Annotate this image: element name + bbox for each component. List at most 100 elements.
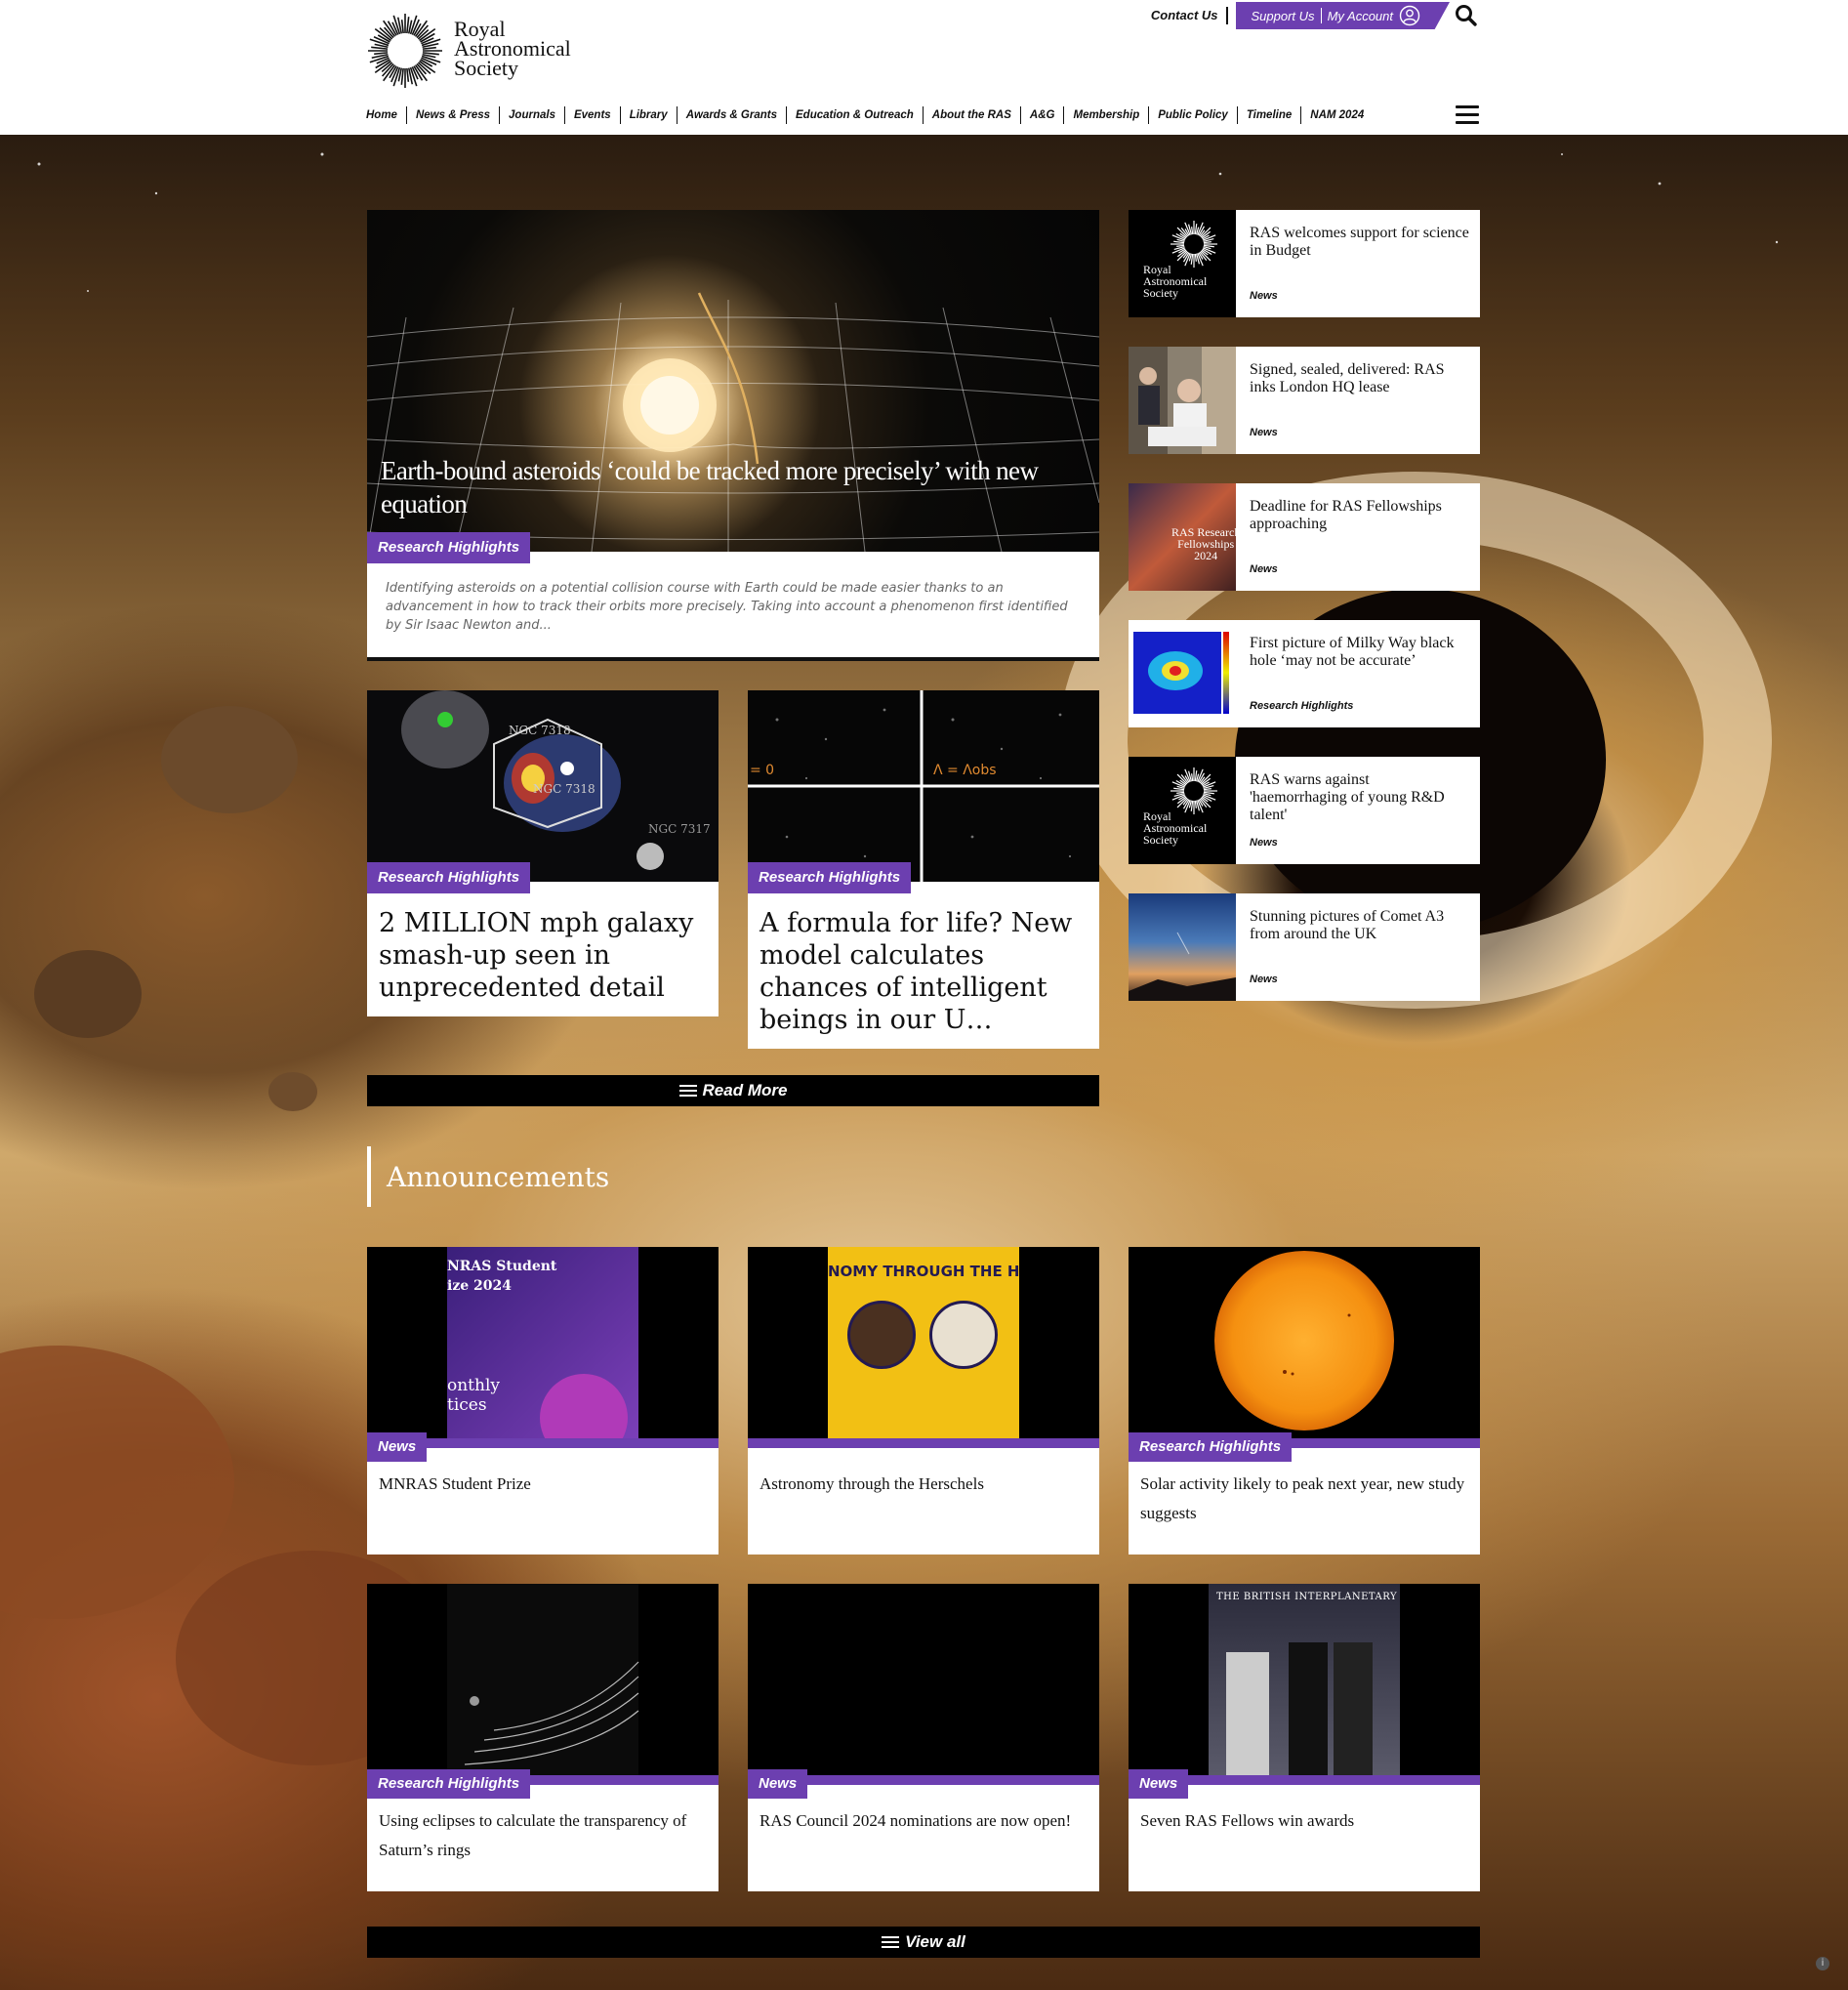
nav-membership[interactable]: Membership bbox=[1063, 106, 1148, 124]
mnras-poster: NRAS Student ize 2024 onthly tices bbox=[447, 1247, 638, 1438]
news-category: Research Highlights bbox=[1250, 700, 1354, 712]
support-us-link[interactable]: Support Us bbox=[1246, 9, 1321, 23]
announcement-card[interactable]: Research Highlights Using eclipses to ca… bbox=[367, 1584, 719, 1891]
comet-sky-image bbox=[1129, 932, 1236, 1001]
my-account-link[interactable]: My Account bbox=[1322, 9, 1399, 23]
category-tag[interactable]: Research Highlights bbox=[748, 862, 912, 893]
nav-awards-grants[interactable]: Awards & Grants bbox=[676, 106, 786, 124]
nav-nam-2024[interactable]: NAM 2024 bbox=[1300, 106, 1373, 124]
side-news-item[interactable]: Royal Astronomical Society RAS welcomes … bbox=[1129, 210, 1480, 317]
news-category: News bbox=[1250, 427, 1278, 438]
article-title[interactable]: A formula for life? New model calculates… bbox=[760, 907, 1091, 1036]
category-tag[interactable]: News bbox=[1129, 1769, 1189, 1799]
featured-article[interactable]: Earth-bound asteroids ‘could be tracked … bbox=[367, 210, 1099, 661]
announcement-image: NRAS Student ize 2024 onthly tices bbox=[367, 1247, 719, 1438]
announcement-card[interactable]: NOMY THROUGH THE HER Astronomy through t… bbox=[748, 1247, 1099, 1555]
side-news-item[interactable]: RAS Research Fellowships 2024 Deadline f… bbox=[1129, 483, 1480, 591]
space-background: Earth-bound asteroids ‘could be tracked … bbox=[0, 135, 1848, 1990]
side-news-item[interactable]: Signed, sealed, delivered: RAS inks Lond… bbox=[1129, 347, 1480, 454]
side-news-item[interactable]: Stunning pictures of Comet A3 from aroun… bbox=[1129, 893, 1480, 1001]
ras-logo-thumbnail: Royal Astronomical Society bbox=[1129, 210, 1236, 317]
read-more-label: Read More bbox=[702, 1081, 788, 1099]
list-icon bbox=[882, 1933, 900, 1951]
user-circle-icon[interactable] bbox=[1399, 5, 1420, 26]
announcement-card[interactable]: THE BRITISH INTERPLANETARY SOCIETY News … bbox=[1129, 1584, 1480, 1891]
side-news-item[interactable]: First picture of Milky Way black hole ‘m… bbox=[1129, 620, 1480, 727]
nav-public-policy[interactable]: Public Policy bbox=[1148, 106, 1237, 124]
nav-education-outreach[interactable]: Education & Outreach bbox=[786, 106, 923, 124]
mini-logo-text: Royal Astronomical Society bbox=[1143, 809, 1208, 847]
announcement-title[interactable]: Seven RAS Fellows win awards bbox=[1140, 1806, 1472, 1836]
poster-circle bbox=[540, 1374, 628, 1438]
announcement-image: THE BRITISH INTERPLANETARY SOCIETY bbox=[1129, 1584, 1480, 1775]
news-title[interactable]: Stunning pictures of Comet A3 from aroun… bbox=[1250, 908, 1469, 943]
nav-timeline[interactable]: Timeline bbox=[1236, 106, 1300, 124]
portrait-circle bbox=[929, 1301, 998, 1369]
announcement-title[interactable]: Solar activity likely to peak next year,… bbox=[1140, 1470, 1472, 1528]
info-icon[interactable]: i bbox=[1816, 1957, 1829, 1970]
simulation-grid-image: = 0 Λ = Λobs bbox=[748, 690, 1099, 882]
menu-icon[interactable] bbox=[1456, 105, 1479, 125]
category-tag[interactable]: Research Highlights bbox=[1129, 1432, 1293, 1462]
nav-journals[interactable]: Journals bbox=[499, 106, 564, 124]
universe-simulation-image: = 0 Λ = Λobs bbox=[748, 690, 1099, 882]
nav-ag[interactable]: A&G bbox=[1019, 106, 1064, 124]
news-category: News bbox=[1250, 837, 1278, 849]
award-photo: THE BRITISH INTERPLANETARY SOCIETY bbox=[1209, 1584, 1400, 1775]
view-all-button[interactable]: View all bbox=[367, 1927, 1480, 1958]
nav-home[interactable]: Home bbox=[366, 106, 406, 124]
herschel-poster: NOMY THROUGH THE HER bbox=[828, 1247, 1019, 1438]
announcement-card[interactable]: News RAS Council 2024 nominations are no… bbox=[748, 1584, 1099, 1891]
person bbox=[1334, 1642, 1373, 1775]
news-title[interactable]: RAS welcomes support for science in Budg… bbox=[1250, 225, 1469, 260]
article-card[interactable]: NGC 7318 NGC 7318 NGC 7317 Research High… bbox=[367, 690, 719, 1016]
utility-links: Contact Us Support Us My Account bbox=[1143, 2, 1479, 29]
news-title[interactable]: Signed, sealed, delivered: RAS inks Lond… bbox=[1250, 361, 1469, 396]
category-tag[interactable]: Research Highlights bbox=[367, 862, 531, 893]
nav-events[interactable]: Events bbox=[563, 106, 620, 124]
formula-label: Λ = Λobs bbox=[933, 763, 997, 778]
saturn-rings-image bbox=[447, 1584, 639, 1775]
galaxy-collision-image: NGC 7318 NGC 7318 NGC 7317 bbox=[367, 690, 719, 882]
announcement-title[interactable]: RAS Council 2024 nominations are now ope… bbox=[760, 1806, 1091, 1836]
nav-news-press[interactable]: News & Press bbox=[405, 106, 499, 124]
nav-about[interactable]: About the RAS bbox=[922, 106, 1020, 124]
comet-photo bbox=[1129, 893, 1236, 1001]
sunburst-logo-icon bbox=[368, 14, 442, 88]
poster-text: RAS Research Fellowships 2024 bbox=[1171, 525, 1236, 562]
article-title[interactable]: 2 MILLION mph galaxy smash-up seen in un… bbox=[379, 907, 711, 1004]
news-title[interactable]: First picture of Milky Way black hole ‘m… bbox=[1250, 635, 1469, 670]
ras-logo[interactable]: Royal Astronomical Society bbox=[366, 12, 581, 90]
formula-label: = 0 bbox=[750, 763, 774, 778]
person bbox=[1289, 1642, 1328, 1775]
ras-logo-thumbnail: Royal Astronomical Society bbox=[1129, 757, 1236, 864]
galaxy-label: NGC 7318 bbox=[509, 724, 571, 737]
category-tag[interactable]: News bbox=[748, 1769, 808, 1799]
article-card[interactable]: = 0 Λ = Λobs Research Highlights A formu… bbox=[748, 690, 1099, 1049]
search-icon[interactable] bbox=[1454, 3, 1479, 28]
nav-library[interactable]: Library bbox=[619, 106, 677, 124]
announcement-card[interactable]: NRAS Student ize 2024 onthly tices News … bbox=[367, 1247, 719, 1555]
news-title[interactable]: Deadline for RAS Fellowships approaching bbox=[1250, 498, 1469, 533]
announcement-title[interactable]: Astronomy through the Herschels bbox=[760, 1470, 1091, 1499]
contact-us-link[interactable]: Contact Us bbox=[1143, 7, 1228, 24]
announcement-image: NOMY THROUGH THE HER bbox=[748, 1247, 1099, 1438]
announcement-title[interactable]: Using eclipses to calculate the transpar… bbox=[379, 1806, 711, 1865]
featured-title[interactable]: Earth-bound asteroids ‘could be tracked … bbox=[381, 454, 1084, 520]
announcement-image bbox=[748, 1584, 1099, 1775]
galaxy-label: NGC 7317 bbox=[648, 822, 711, 836]
read-more-button[interactable]: Read More bbox=[367, 1075, 1099, 1106]
category-tag[interactable]: Research Highlights bbox=[367, 1769, 531, 1799]
announcement-title[interactable]: MNRAS Student Prize bbox=[379, 1470, 711, 1499]
sun-image bbox=[1214, 1251, 1394, 1430]
announcement-image bbox=[367, 1584, 719, 1775]
announcement-card[interactable]: Research Highlights Solar activity likel… bbox=[1129, 1247, 1480, 1555]
side-news-item[interactable]: Royal Astronomical Society RAS warns aga… bbox=[1129, 757, 1480, 864]
news-title[interactable]: RAS warns against 'haemorrhaging of youn… bbox=[1250, 771, 1469, 824]
category-tag[interactable]: News bbox=[367, 1432, 428, 1462]
member-bar: Support Us My Account bbox=[1235, 2, 1450, 29]
category-tag[interactable]: Research Highlights bbox=[367, 532, 531, 563]
announcements-heading: Announcements bbox=[367, 1146, 609, 1207]
mini-logo-text: Royal Astronomical Society bbox=[1143, 263, 1208, 300]
fellowships-poster: RAS Research Fellowships 2024 bbox=[1129, 483, 1236, 591]
